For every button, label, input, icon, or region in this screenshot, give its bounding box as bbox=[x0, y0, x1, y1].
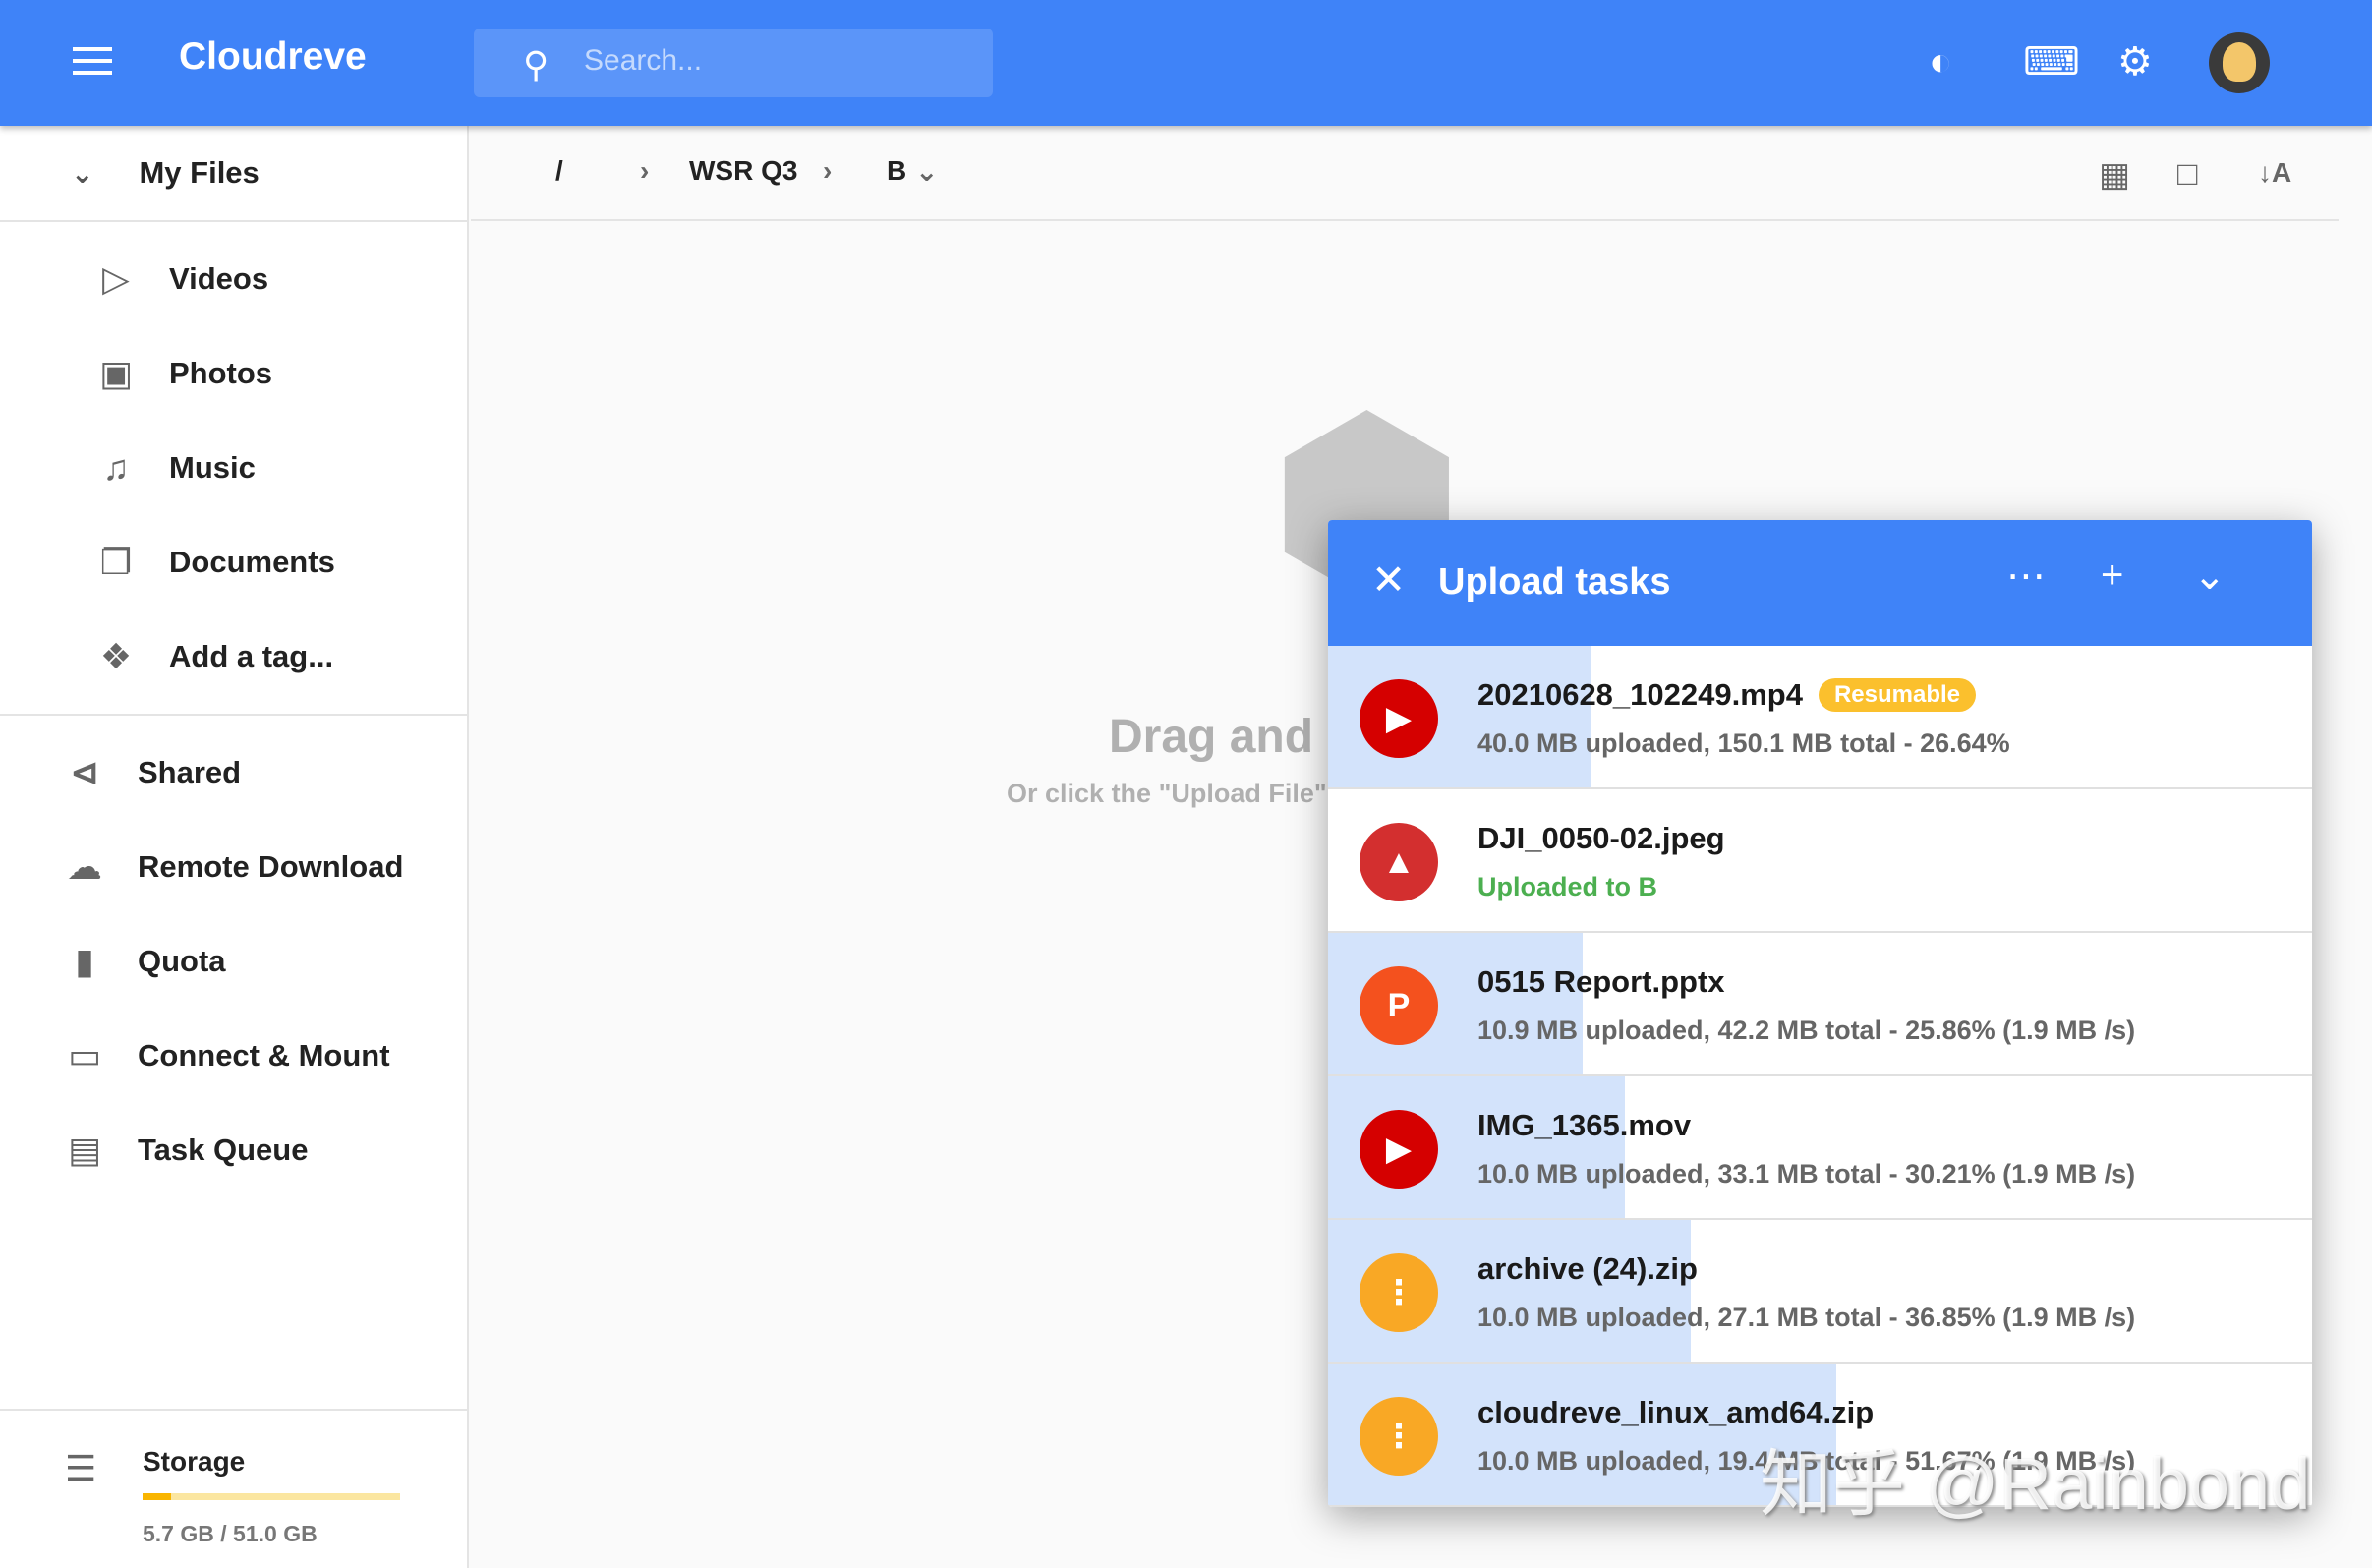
chevron-right-icon: › bbox=[823, 155, 833, 186]
chevron-right-icon: › bbox=[640, 155, 650, 186]
label: Photos bbox=[169, 356, 273, 390]
sidebar: ⌄ My Files ▷ Videos ▣ Photos ♫ Music ❐ Docume… bbox=[0, 126, 469, 1568]
close-icon[interactable]: ✕ bbox=[1371, 555, 1406, 604]
file-name-text: 20210628_102249.mp4 bbox=[1477, 677, 1803, 712]
file-name: DJI_0050-02.jpeg bbox=[1477, 821, 1725, 856]
divider bbox=[0, 714, 467, 716]
documents-icon: ❐ bbox=[99, 542, 133, 582]
upload-status: Uploaded to B bbox=[1477, 872, 1657, 901]
chevron-down-icon[interactable]: ⌄ bbox=[915, 155, 938, 188]
upload-task-row[interactable]: P 0515 Report.pptx 10.9 MB uploaded, 42.… bbox=[1328, 933, 2312, 1076]
sd-card-icon: ▮ bbox=[75, 941, 94, 981]
upload-status: 10.0 MB uploaded, 27.1 MB total - 36.85%… bbox=[1477, 1303, 2136, 1332]
file-name-text: 0515 Report.pptx bbox=[1477, 964, 1725, 999]
chevron-down-icon[interactable]: ⌄ bbox=[2193, 553, 2227, 599]
clipboard-icon: ▤ bbox=[67, 1130, 101, 1170]
file-name: 0515 Report.pptx bbox=[1477, 964, 1725, 1000]
label: Quota bbox=[138, 944, 226, 978]
file-name-text: IMG_1365.mov bbox=[1477, 1108, 1692, 1142]
upload-status: 10.9 MB uploaded, 42.2 MB total - 25.86%… bbox=[1477, 1016, 2136, 1045]
upload-task-row[interactable]: ▶ IMG_1365.mov 10.0 MB uploaded, 33.1 MB… bbox=[1328, 1076, 2312, 1220]
sidebar-item-documents[interactable]: ❐ Documents bbox=[0, 515, 467, 610]
tag-add-icon: ❖ bbox=[99, 636, 133, 676]
add-icon[interactable]: + bbox=[2101, 553, 2123, 598]
zip-file-icon: ⋮ bbox=[1360, 1253, 1438, 1332]
upload-task-row[interactable]: ⋮ archive (24).zip 10.0 MB uploaded, 27.… bbox=[1328, 1220, 2312, 1364]
file-name: 20210628_102249.mp4 Resumable bbox=[1477, 677, 1977, 713]
search-input[interactable] bbox=[584, 44, 957, 78]
photo-library-icon: ▣ bbox=[98, 353, 133, 393]
menu-icon[interactable] bbox=[73, 47, 112, 77]
image-file-icon: ▲ bbox=[1360, 823, 1438, 901]
file-name-text: archive (24).zip bbox=[1477, 1251, 1698, 1286]
label: Remote Download bbox=[138, 849, 404, 884]
sidebar-item-remote-download[interactable]: ☁ Remote Download bbox=[0, 820, 467, 914]
sidebar-item-task-queue[interactable]: ▤ Task Queue bbox=[0, 1103, 467, 1197]
breadcrumb-root[interactable]: / bbox=[555, 155, 563, 187]
sort-icon[interactable]: ↓A bbox=[2258, 157, 2291, 189]
storage-icon: ☰ bbox=[65, 1448, 97, 1488]
more-icon[interactable]: ⋯ bbox=[2006, 553, 2046, 599]
sidebar-item-add-tag[interactable]: ❖ Add a tag... bbox=[0, 610, 467, 704]
my-files-label: My Files bbox=[139, 155, 260, 190]
upload-status: 10.0 MB uploaded, 33.1 MB total - 30.21%… bbox=[1477, 1159, 2136, 1189]
theme-icon[interactable]: ◐ bbox=[1929, 37, 1952, 87]
search-box[interactable]: ⚲ bbox=[474, 29, 993, 97]
keyboard-icon[interactable]: ⌨ bbox=[2023, 37, 2080, 87]
label: Music bbox=[169, 450, 256, 485]
resumable-badge: Resumable bbox=[1818, 678, 1977, 712]
video-file-icon: ▶ bbox=[1360, 1110, 1438, 1189]
sidebar-item-quota[interactable]: ▮ Quota bbox=[0, 914, 467, 1009]
ppt-file-icon: P bbox=[1360, 966, 1438, 1045]
zip-file-icon: ⋮ bbox=[1360, 1397, 1438, 1476]
upload-panel-title: Upload tasks bbox=[1438, 561, 1671, 603]
grid-view-icon[interactable]: ▦ bbox=[2099, 155, 2130, 195]
label: Shared bbox=[138, 755, 242, 789]
file-name: IMG_1365.mov bbox=[1477, 1108, 1691, 1143]
cloud-download-icon: ☁ bbox=[67, 846, 102, 887]
sidebar-item-photos[interactable]: ▣ Photos bbox=[0, 326, 467, 421]
app-title: Cloudreve bbox=[179, 35, 367, 78]
file-name: archive (24).zip bbox=[1477, 1251, 1698, 1287]
breadcrumb-item[interactable]: WSR Q3 bbox=[689, 155, 797, 187]
sidebar-item-videos[interactable]: ▷ Videos bbox=[0, 232, 467, 326]
file-name-text: DJI_0050-02.jpeg bbox=[1477, 821, 1725, 855]
breadcrumb: / › WSR Q3 › B ⌄ ▦ □ ↓A bbox=[471, 126, 2339, 221]
label: Task Queue bbox=[138, 1132, 309, 1167]
file-info-icon[interactable]: □ bbox=[2177, 155, 2198, 194]
file-name-text: cloudreve_linux_amd64.zip bbox=[1477, 1395, 1875, 1429]
video-library-icon: ▷ bbox=[102, 259, 130, 299]
upload-tasks-panel: ✕ Upload tasks ⋯ + ⌄ ▶ 20210628_102249.m… bbox=[1328, 520, 2312, 1507]
storage-label: Storage bbox=[143, 1446, 246, 1477]
search-icon: ⚲ bbox=[523, 44, 550, 85]
label: Connect & Mount bbox=[138, 1038, 390, 1073]
storage-usage: 5.7 GB / 51.0 GB bbox=[143, 1521, 318, 1546]
sidebar-item-connect-mount[interactable]: ▭ Connect & Mount bbox=[0, 1009, 467, 1103]
devices-icon: ▭ bbox=[67, 1035, 101, 1075]
upload-task-row[interactable]: ▲ DJI_0050-02.jpeg Uploaded to B bbox=[1328, 789, 2312, 933]
upload-panel-header: ✕ Upload tasks ⋯ + ⌄ bbox=[1328, 520, 2312, 646]
settings-icon[interactable]: ⚙ bbox=[2117, 37, 2153, 87]
share-icon: ⊲ bbox=[69, 752, 100, 792]
watermark: 知乎 @Rainbond bbox=[1760, 1443, 2311, 1525]
avatar[interactable] bbox=[2209, 32, 2270, 93]
label: Documents bbox=[169, 545, 335, 579]
my-files-toggle[interactable]: ⌄ My Files bbox=[0, 126, 467, 222]
storage-panel: ☰ Storage 5.7 GB / 51.0 GB bbox=[0, 1409, 467, 1568]
sidebar-item-shared[interactable]: ⊲ Shared bbox=[0, 726, 467, 820]
label: Videos bbox=[169, 261, 269, 296]
music-library-icon: ♫ bbox=[102, 447, 130, 488]
upload-task-row[interactable]: ▶ 20210628_102249.mp4 Resumable 40.0 MB u… bbox=[1328, 646, 2312, 789]
label: Add a tag... bbox=[169, 639, 334, 673]
app-bar: Cloudreve ⚲ ◐ ⌨ ⚙ bbox=[0, 0, 2372, 126]
sidebar-item-music[interactable]: ♫ Music bbox=[0, 421, 467, 515]
storage-bar bbox=[143, 1493, 400, 1500]
video-file-icon: ▶ bbox=[1360, 679, 1438, 758]
breadcrumb-item-current[interactable]: B bbox=[887, 155, 906, 187]
upload-status: 40.0 MB uploaded, 150.1 MB total - 26.64… bbox=[1477, 728, 2010, 758]
chevron-down-icon: ⌄ bbox=[71, 157, 94, 189]
